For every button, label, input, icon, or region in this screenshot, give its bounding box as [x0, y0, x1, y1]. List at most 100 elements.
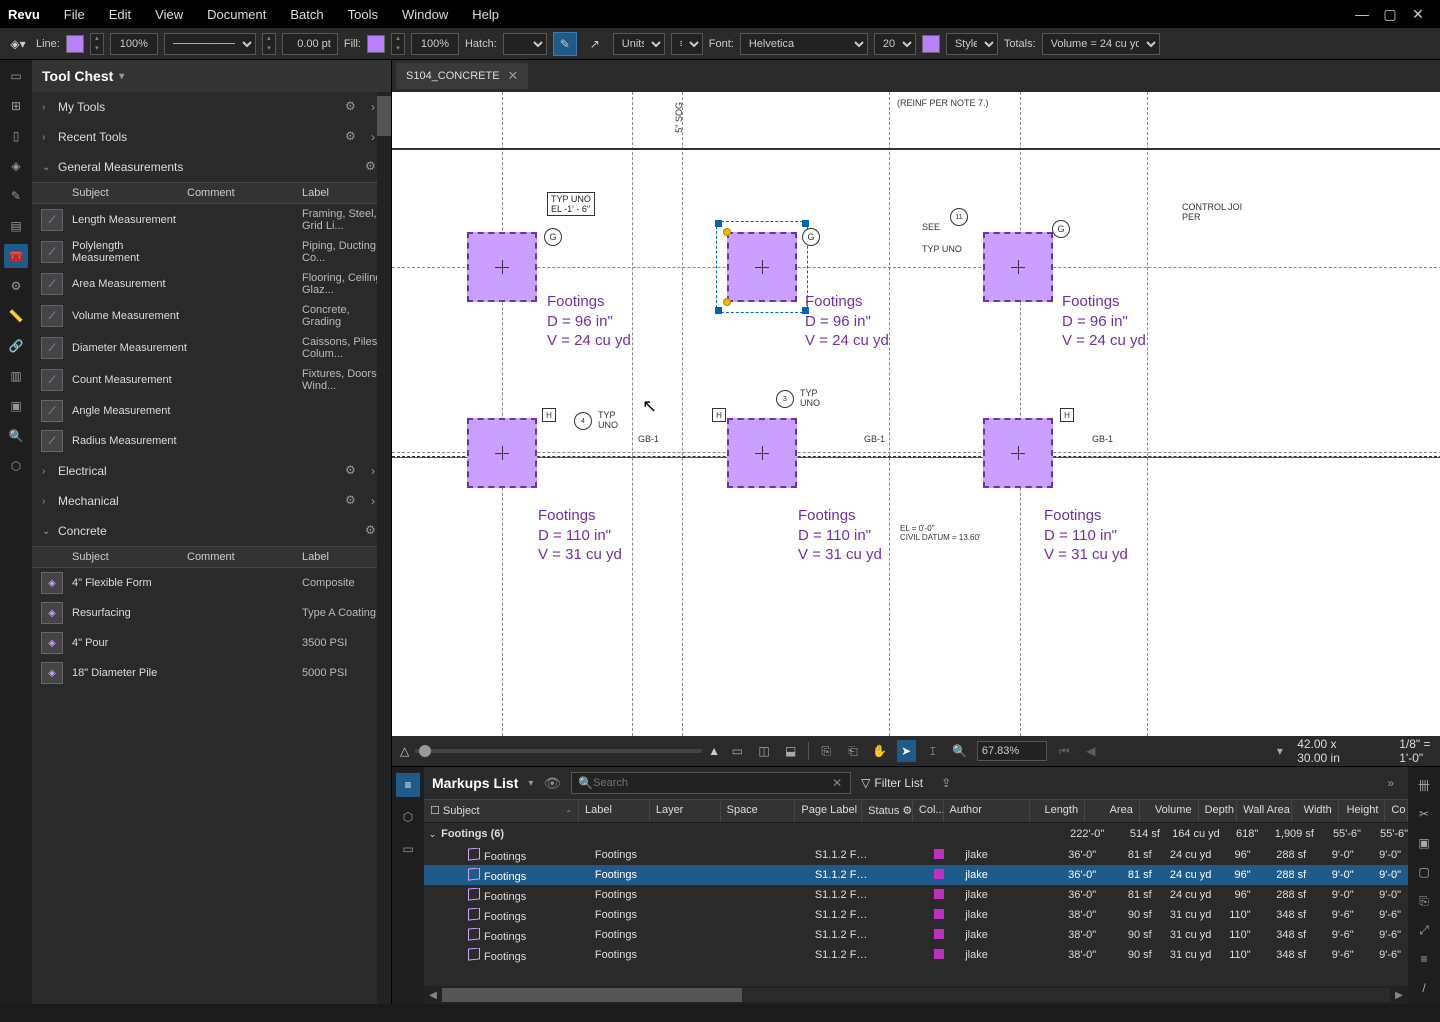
links-icon[interactable]: 🔗: [4, 334, 28, 358]
line-weight-stepper[interactable]: ▴▾: [262, 33, 276, 55]
align-select[interactable]: ≡: [671, 33, 703, 55]
tool-row[interactable]: ◈4" Pour3500 PSI: [32, 628, 391, 658]
line-opacity-input[interactable]: [110, 33, 158, 55]
markups-row[interactable]: FootingsFootingsS1.1.2 FOUN...jlake36'-0…: [424, 885, 1408, 905]
select-icon[interactable]: ➤: [897, 740, 916, 762]
menu-edit[interactable]: Edit: [97, 7, 143, 22]
col-height[interactable]: Height: [1339, 800, 1386, 822]
zoom-icon[interactable]: 🔍: [950, 740, 969, 762]
scrollbar-thumb[interactable]: [377, 96, 391, 136]
window-minimize[interactable]: —: [1348, 6, 1376, 22]
anchor-handle[interactable]: [723, 228, 731, 236]
zoom-input[interactable]: [977, 741, 1047, 761]
menu-batch[interactable]: Batch: [278, 7, 335, 22]
thumbnails-icon[interactable]: ⊞: [4, 94, 28, 118]
search-icon[interactable]: 🔍: [4, 424, 28, 448]
section-mechanical[interactable]: ›Mechanical⚙›: [32, 486, 391, 516]
signatures-icon[interactable]: ✎: [4, 184, 28, 208]
window-maximize[interactable]: ▢: [1376, 6, 1404, 23]
col-space[interactable]: Space: [721, 800, 796, 822]
scrollbar-thumb[interactable]: [442, 988, 742, 1002]
cut-icon[interactable]: ✂: [1412, 802, 1436, 826]
col-subject[interactable]: ☐ Subject⌃: [424, 800, 579, 822]
page-next-icon[interactable]: ⎗: [844, 740, 863, 762]
col-color[interactable]: Col...: [913, 800, 944, 822]
formula-icon[interactable]: ≡: [1412, 947, 1436, 971]
filter-button[interactable]: ▽ Filter List: [861, 776, 923, 790]
footing-markup[interactable]: [983, 418, 1053, 488]
font-select[interactable]: Helvetica: [740, 33, 868, 55]
style-select[interactable]: Style: [946, 33, 998, 55]
line-icon[interactable]: /: [1412, 976, 1436, 1000]
section-my-tools[interactable]: ›My Tools⚙›: [32, 92, 391, 122]
col-area[interactable]: Area: [1085, 800, 1140, 822]
studio-icon[interactable]: ▣: [4, 394, 28, 418]
scroll-left-icon[interactable]: ◀: [424, 990, 442, 1001]
col-status[interactable]: Status ⚙: [862, 800, 913, 822]
markups-row[interactable]: FootingsFootingsS1.1.2 FOUN...jlake38'-0…: [424, 945, 1408, 965]
group-icon[interactable]: ▣: [1412, 831, 1436, 855]
col-length[interactable]: Length: [1030, 800, 1085, 822]
font-size-select[interactable]: 20: [874, 33, 916, 55]
3d-icon[interactable]: ⬡: [4, 454, 28, 478]
layers-icon[interactable]: ◈: [4, 154, 28, 178]
markups-search[interactable]: 🔍 ✕: [571, 772, 851, 794]
section-recent-tools[interactable]: ›Recent Tools⚙›: [32, 122, 391, 152]
3d-markups-icon[interactable]: ⬡: [396, 805, 420, 829]
split-icon[interactable]: ⤢: [1412, 918, 1436, 942]
search-input[interactable]: [593, 777, 830, 789]
pan-icon[interactable]: ✋: [870, 740, 889, 762]
chevron-down-icon[interactable]: ▾: [528, 778, 533, 789]
dimmer-slider[interactable]: △ ▲: [400, 744, 720, 758]
menu-document[interactable]: Document: [195, 7, 278, 22]
units-select[interactable]: Units: [613, 33, 665, 55]
canvas[interactable]: (REINF PER NOTE 7.) 5" SOG TYP UNOEL -1'…: [392, 92, 1440, 736]
col-layer[interactable]: Layer: [650, 800, 721, 822]
line-opacity-stepper[interactable]: ▴▾: [90, 33, 104, 55]
gear-icon[interactable]: ⚙: [345, 129, 361, 145]
col-volume[interactable]: Volume: [1140, 800, 1199, 822]
tool-row[interactable]: ⟋Length MeasurementFraming, Steel, Grid …: [32, 204, 391, 236]
split-h-icon[interactable]: ⬓: [781, 740, 800, 762]
line-weight-input[interactable]: [282, 33, 338, 55]
gear-icon[interactable]: ⚙: [345, 463, 361, 479]
section-electrical[interactable]: ›Electrical⚙›: [32, 456, 391, 486]
col-author[interactable]: Author: [944, 800, 1031, 822]
tool-row[interactable]: ⟋Volume MeasurementConcrete, Grading: [32, 300, 391, 332]
window-close[interactable]: ✕: [1404, 6, 1432, 23]
menu-help[interactable]: Help: [460, 7, 511, 22]
footing-markup[interactable]: [467, 232, 537, 302]
col-depth[interactable]: Depth: [1199, 800, 1238, 822]
close-tab-icon[interactable]: ✕: [508, 68, 519, 84]
tool-chest-header[interactable]: Tool Chest ▾: [32, 60, 391, 92]
col-pagelabel[interactable]: Page Label: [795, 800, 862, 822]
page-menu-icon[interactable]: ▾: [1271, 740, 1290, 762]
visibility-icon[interactable]: 👁: [543, 775, 561, 792]
first-page-icon[interactable]: ⏮: [1055, 740, 1074, 762]
tool-row[interactable]: ⟋Area MeasurementFlooring, Ceiling, Glaz…: [32, 268, 391, 300]
markups-row[interactable]: FootingsFootingsS1.1.2 FOUN...jlake36'-0…: [424, 845, 1408, 865]
bookmarks-icon[interactable]: ▯: [4, 124, 28, 148]
tool-row[interactable]: ◈4" Flexible FormComposite: [32, 568, 391, 598]
markups-hscroll[interactable]: ◀ ▶: [424, 986, 1408, 1004]
menu-file[interactable]: File: [52, 7, 97, 22]
markups-group[interactable]: ⌄Footings (6)222'-0"514 sf164 cu yd618"1…: [424, 823, 1408, 845]
sets-icon[interactable]: ▥: [4, 364, 28, 388]
col-width[interactable]: Width: [1292, 800, 1339, 822]
tool-row[interactable]: ⟋Diameter MeasurementCaissons, Piles, Co…: [32, 332, 391, 364]
arrow-icon[interactable]: ↗: [583, 32, 607, 56]
file-access-icon[interactable]: ▭: [4, 64, 28, 88]
footing-markup[interactable]: [727, 418, 797, 488]
section-concrete[interactable]: ⌄Concrete⚙: [32, 516, 391, 546]
copy-icon[interactable]: ⎘: [1412, 889, 1436, 913]
col-wallarea[interactable]: Wall Area: [1237, 800, 1292, 822]
forms-icon[interactable]: ▤: [4, 214, 28, 238]
resize-handle[interactable]: [802, 220, 809, 227]
tab-overflow-icon[interactable]: ▾: [1431, 69, 1440, 83]
gear-icon[interactable]: ⚙: [345, 99, 361, 115]
highlighter-icon[interactable]: ✎: [553, 32, 577, 56]
footing-markup[interactable]: [983, 232, 1053, 302]
fill-opacity-input[interactable]: [411, 33, 459, 55]
split-v-icon[interactable]: ◫: [755, 740, 774, 762]
prev-page-icon[interactable]: ◀: [1082, 740, 1101, 762]
